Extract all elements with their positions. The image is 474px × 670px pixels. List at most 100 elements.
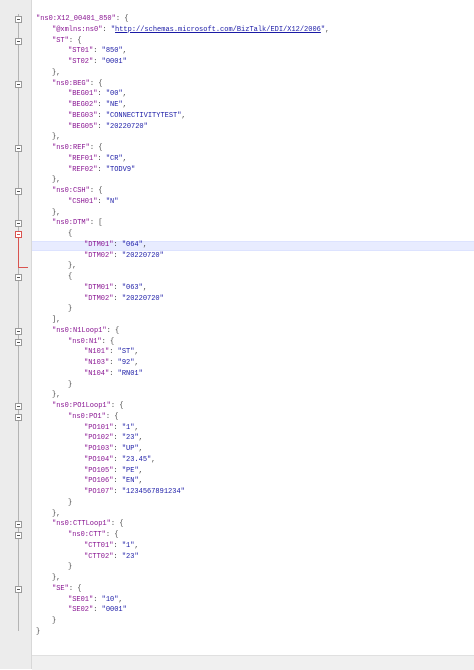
fold-toggle-icon[interactable]	[15, 585, 22, 593]
code-line[interactable]: },	[52, 68, 60, 79]
json-key: PO101	[88, 423, 110, 432]
code-line[interactable]: "@xmlns:ns0": "http://schemas.microsoft.…	[52, 25, 329, 36]
code-line[interactable]: },	[52, 208, 60, 219]
code-line[interactable]: "DTM01": "063",	[84, 283, 147, 294]
json-string-value: 064	[126, 240, 139, 249]
json-key: PO103	[88, 445, 110, 453]
code-line[interactable]: },	[52, 132, 60, 143]
fold-toggle-icon[interactable]	[15, 338, 22, 346]
json-colon: :	[113, 240, 122, 249]
code-line[interactable]: "DTM01": "064",	[84, 240, 147, 251]
code-line[interactable]: "PO107": "1234567891234"	[84, 487, 185, 498]
code-line[interactable]: }	[68, 380, 72, 391]
fold-toggle-icon[interactable]	[15, 327, 22, 335]
code-line[interactable]: "PO103": "UP",	[84, 444, 143, 455]
code-line[interactable]: },	[52, 509, 60, 520]
code-line[interactable]: "ns0:CSH": {	[52, 186, 102, 197]
json-editor[interactable]: "ns0:X12_00401_850": {"@xmlns:ns0": "htt…	[0, 0, 474, 670]
horizontal-scrollbar[interactable]	[32, 655, 474, 670]
fold-toggle-icon[interactable]	[15, 231, 22, 238]
code-line[interactable]: }	[36, 627, 40, 638]
code-line[interactable]: "PO101": "1",	[84, 423, 139, 434]
code-line[interactable]: }	[68, 562, 72, 573]
code-line[interactable]: ],	[52, 315, 60, 326]
fold-toggle-icon[interactable]	[15, 145, 22, 152]
code-line[interactable]: "ns0:N1": {	[68, 337, 114, 348]
json-punctuation: ,	[122, 154, 127, 163]
code-line[interactable]: "CSH01": "N"	[68, 197, 118, 208]
code-line[interactable]: "BEG03": "CONNECTIVITYTEST",	[68, 111, 186, 122]
code-line[interactable]: "ns0:BEG": {	[52, 79, 102, 90]
json-key: PO104	[88, 455, 110, 464]
code-line[interactable]: {	[68, 272, 72, 283]
fold-toggle-icon[interactable]	[15, 413, 22, 421]
code-line[interactable]: "DTM02": "20220720"	[84, 251, 164, 262]
code-line[interactable]: "BEG02": "NE",	[68, 100, 127, 111]
json-punctuation: : {	[89, 79, 103, 88]
code-line[interactable]: "ST": {	[52, 36, 81, 47]
code-line[interactable]: "PO105": "PE",	[84, 466, 143, 477]
code-line[interactable]: "PO104": "23.45",	[84, 455, 155, 466]
json-key: SE01	[72, 595, 90, 604]
fold-toggle-icon[interactable]	[15, 532, 22, 539]
code-line[interactable]: "ns0:DTM": [	[52, 218, 102, 229]
fold-toggle-icon[interactable]	[15, 188, 22, 195]
fold-toggle-icon[interactable]	[15, 37, 22, 45]
code-line[interactable]: "ns0:REF": {	[52, 143, 102, 154]
json-punctuation: },	[52, 176, 61, 185]
code-line[interactable]: "SE": {	[52, 584, 81, 595]
json-colon: :	[113, 294, 122, 303]
json-key: ns0:CTT	[72, 531, 102, 539]
json-key: DTM01	[88, 283, 110, 292]
code-line[interactable]: "N103": "92",	[84, 358, 139, 369]
code-line[interactable]: }	[68, 498, 72, 509]
fold-toggle-icon[interactable]	[15, 16, 22, 23]
code-line[interactable]: "DTM02": "20220720"	[84, 294, 164, 305]
code-line[interactable]: },	[68, 261, 76, 272]
code-line[interactable]: "ST02": "0001"	[68, 57, 127, 68]
json-punctuation: : {	[101, 337, 115, 346]
code-line[interactable]: "CTT02": "23"	[84, 552, 139, 563]
code-line[interactable]: "ns0:PO1": {	[68, 412, 118, 423]
code-line[interactable]: "ns0:CTTLoop1": {	[52, 519, 123, 530]
code-line[interactable]: "N101": "ST",	[84, 347, 139, 358]
fold-toggle-icon[interactable]	[15, 80, 22, 88]
code-line[interactable]: }	[68, 304, 72, 315]
code-line[interactable]: "PO102": "23",	[84, 433, 143, 444]
fold-toggle-icon[interactable]	[15, 403, 22, 410]
json-string-value: 0001	[105, 58, 123, 66]
json-key: ns0:REF	[56, 144, 86, 152]
json-punctuation: }	[68, 305, 73, 314]
json-colon: :	[113, 488, 122, 496]
code-line[interactable]: "BEG05": "20220720"	[68, 122, 148, 133]
code-line[interactable]: },	[52, 573, 60, 584]
code-line[interactable]: },	[52, 175, 60, 186]
code-line[interactable]: "ns0:PO1Loop1": {	[52, 401, 123, 412]
code-line[interactable]: }	[52, 616, 56, 627]
fold-toggle-icon[interactable]	[15, 274, 22, 281]
code-line[interactable]: "ST01": "850",	[68, 46, 127, 57]
code-line[interactable]: "ns0:N1Loop1": {	[52, 326, 119, 337]
code-line[interactable]: "N104": "RN01"	[84, 369, 143, 380]
json-key: ST	[56, 36, 65, 45]
json-punctuation: : {	[110, 520, 124, 529]
json-key: ns0:CTTLoop1	[56, 520, 107, 529]
code-line[interactable]: {	[68, 229, 72, 240]
code-line[interactable]: "ns0:CTT": {	[68, 530, 118, 541]
json-punctuation: ,	[134, 359, 139, 367]
code-line[interactable]: "SE02": "0001"	[68, 605, 127, 616]
code-line[interactable]: "REF01": "CR",	[68, 154, 127, 165]
code-line[interactable]: "CTT01": "1",	[84, 541, 139, 552]
code-line[interactable]: },	[52, 390, 60, 401]
fold-toggle-icon[interactable]	[15, 220, 22, 228]
fold-toggle-icon[interactable]	[15, 521, 22, 529]
code-line[interactable]: "ns0:X12_00401_850": {	[36, 14, 128, 25]
json-string-value: 20220720	[110, 122, 144, 131]
json-punctuation: ,	[122, 90, 127, 99]
code-line[interactable]: "SE01": "10",	[68, 595, 123, 606]
json-punctuation: {	[68, 230, 73, 238]
json-key: BEG03	[72, 111, 94, 120]
code-line[interactable]: "BEG01": "00",	[68, 89, 127, 100]
code-line[interactable]: "REF02": "TODV9"	[68, 165, 135, 176]
code-line[interactable]: "PO106": "EN",	[84, 476, 143, 487]
